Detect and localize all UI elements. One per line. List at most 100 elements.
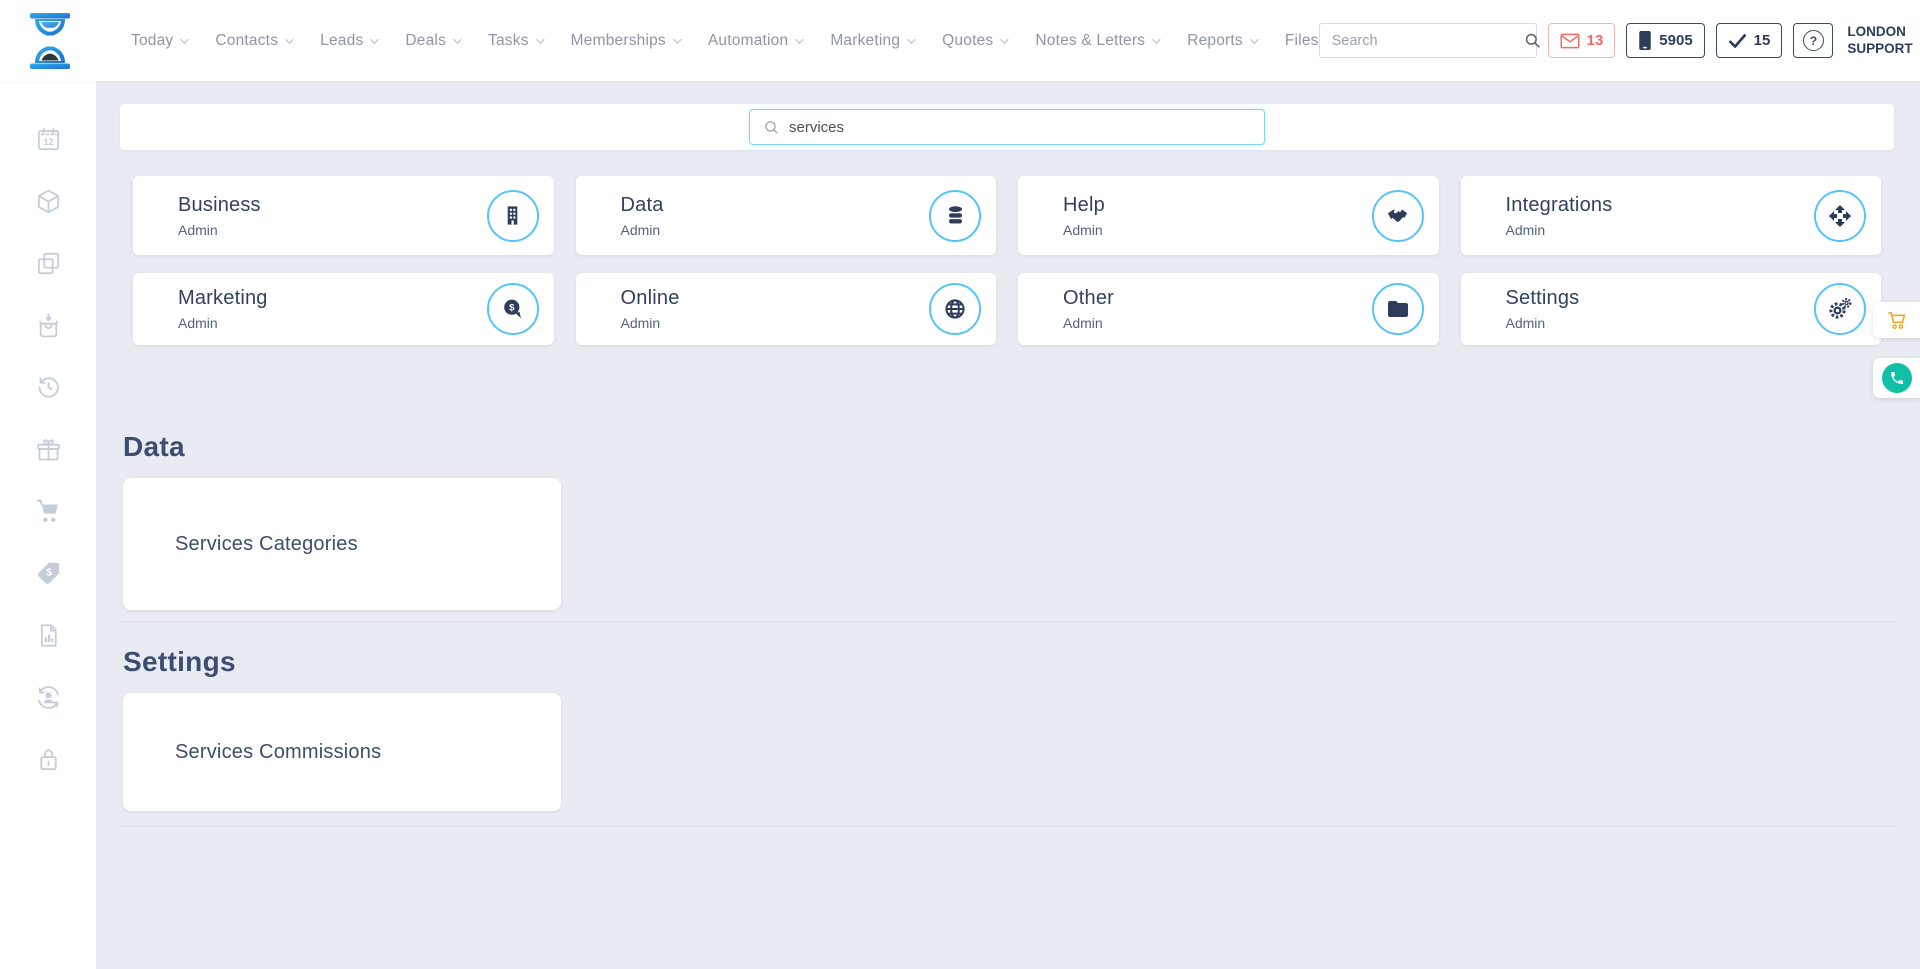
data-section-card: Services Categories bbox=[123, 478, 561, 610]
nav-item-leads[interactable]: Leads bbox=[320, 32, 376, 50]
nav-label: Notes & Letters bbox=[1035, 32, 1145, 50]
link-services-categories[interactable]: Services Categories bbox=[175, 533, 358, 556]
help-button[interactable]: ? bbox=[1793, 23, 1833, 58]
card-integrations-admin[interactable]: Integrations Admin bbox=[1461, 176, 1882, 255]
search-icon bbox=[763, 119, 780, 136]
history-icon[interactable] bbox=[34, 373, 63, 402]
dollar-chat-icon: $ bbox=[487, 283, 539, 335]
card-subtitle: Admin bbox=[621, 315, 680, 331]
topbar: Today Contacts Leads Deals Tasks Members… bbox=[0, 0, 1920, 81]
card-title: Integrations bbox=[1506, 194, 1613, 217]
card-marketing-admin[interactable]: Marketing Admin $ bbox=[133, 273, 554, 345]
admin-cards-grid: Business Admin Data Admin bbox=[120, 176, 1894, 345]
search-button[interactable] bbox=[1523, 24, 1542, 57]
chevron-down-icon bbox=[536, 35, 544, 43]
move-arrows-icon bbox=[1814, 190, 1866, 242]
check-icon bbox=[1728, 33, 1747, 49]
card-title: Business bbox=[178, 194, 261, 217]
section-title-data: Data bbox=[123, 431, 1894, 463]
card-data-admin[interactable]: Data Admin bbox=[576, 176, 997, 255]
user-name-line2: SUPPORT bbox=[1847, 41, 1912, 58]
package-icon[interactable] bbox=[34, 187, 63, 216]
nav-label: Today bbox=[131, 32, 173, 50]
search-icon bbox=[1523, 31, 1542, 50]
card-business-admin[interactable]: Business Admin bbox=[133, 176, 554, 255]
chevron-down-icon bbox=[1152, 35, 1160, 43]
card-title: Other bbox=[1063, 287, 1114, 310]
chevron-down-icon bbox=[285, 35, 293, 43]
chevron-down-icon bbox=[907, 35, 915, 43]
nav-item-deals[interactable]: Deals bbox=[405, 32, 459, 50]
nav-item-automation[interactable]: Automation bbox=[708, 32, 801, 50]
link-services-commissions[interactable]: Services Commissions bbox=[175, 741, 381, 764]
gift-icon[interactable] bbox=[34, 435, 63, 464]
card-online-admin[interactable]: Online Admin bbox=[576, 273, 997, 345]
card-title: Data bbox=[621, 194, 664, 217]
messages-badge[interactable]: 13 bbox=[1548, 23, 1616, 58]
folder-icon bbox=[1372, 283, 1424, 335]
nav-item-marketing[interactable]: Marketing bbox=[830, 32, 913, 50]
cart-float-button[interactable] bbox=[1873, 302, 1920, 338]
nav-label: Leads bbox=[320, 32, 363, 50]
chevron-down-icon bbox=[673, 35, 681, 43]
nav-item-tasks[interactable]: Tasks bbox=[488, 32, 542, 50]
card-subtitle: Admin bbox=[1506, 315, 1580, 331]
nav-item-notes-letters[interactable]: Notes & Letters bbox=[1035, 32, 1158, 50]
card-subtitle: Admin bbox=[178, 315, 268, 331]
card-help-admin[interactable]: Help Admin bbox=[1018, 176, 1439, 255]
section-divider bbox=[120, 826, 1894, 827]
settings-section-card: Services Commissions bbox=[123, 693, 561, 811]
card-title: Settings bbox=[1506, 287, 1580, 310]
chevron-down-icon bbox=[1250, 35, 1258, 43]
messages-count: 13 bbox=[1587, 32, 1604, 49]
left-sidebar: 12 bbox=[0, 81, 96, 969]
nav-label: Reports bbox=[1187, 32, 1243, 50]
tasks-badge[interactable]: 15 bbox=[1716, 23, 1783, 58]
database-icon bbox=[929, 190, 981, 242]
phone-call-icon bbox=[1882, 363, 1912, 393]
topbar-search bbox=[1319, 23, 1537, 58]
lock-icon[interactable] bbox=[34, 745, 63, 774]
phone-badge[interactable]: 5905 bbox=[1626, 23, 1704, 58]
shopping-cart-icon[interactable] bbox=[34, 497, 63, 526]
card-subtitle: Admin bbox=[178, 222, 261, 238]
report-document-icon[interactable] bbox=[34, 621, 63, 650]
envelope-icon bbox=[1560, 33, 1580, 49]
svg-text:$: $ bbox=[509, 302, 515, 313]
svg-text:$: $ bbox=[46, 568, 52, 579]
chevron-down-icon bbox=[795, 35, 803, 43]
main-content: Business Admin Data Admin bbox=[96, 81, 1920, 969]
phone-float-button[interactable] bbox=[1873, 358, 1920, 398]
admin-search-input[interactable] bbox=[789, 119, 1264, 136]
nav-item-memberships[interactable]: Memberships bbox=[571, 32, 679, 50]
handshake-icon bbox=[1372, 190, 1424, 242]
card-settings-admin[interactable]: Settings Admin bbox=[1461, 273, 1882, 345]
nav-item-quotes[interactable]: Quotes bbox=[942, 32, 1006, 50]
nav-label: Tasks bbox=[488, 32, 529, 50]
chevron-down-icon bbox=[453, 35, 461, 43]
account-sync-icon[interactable] bbox=[34, 683, 63, 712]
card-other-admin[interactable]: Other Admin bbox=[1018, 273, 1439, 345]
card-title: Marketing bbox=[178, 287, 268, 310]
app-logo-hourglass[interactable] bbox=[27, 12, 73, 70]
chevron-down-icon bbox=[371, 35, 379, 43]
gears-icon bbox=[1814, 283, 1866, 335]
card-subtitle: Admin bbox=[1063, 315, 1114, 331]
price-tag-icon[interactable]: $ bbox=[34, 559, 63, 588]
nav-label: Memberships bbox=[571, 32, 666, 50]
nav-item-reports[interactable]: Reports bbox=[1187, 32, 1256, 50]
shopping-bag-download-icon[interactable] bbox=[34, 311, 63, 340]
chevron-down-icon bbox=[1001, 35, 1009, 43]
copy-icon[interactable] bbox=[34, 249, 63, 278]
admin-search bbox=[749, 109, 1265, 145]
nav-item-today[interactable]: Today bbox=[131, 32, 186, 50]
nav-item-files[interactable]: Files bbox=[1285, 32, 1319, 50]
nav-label: Deals bbox=[405, 32, 446, 50]
topbar-right-cluster: 13 5905 15 ? LONDON SUPPORT bbox=[1319, 19, 1920, 63]
globe-icon bbox=[929, 283, 981, 335]
svg-text:12: 12 bbox=[43, 137, 53, 147]
topbar-search-input[interactable] bbox=[1320, 33, 1523, 49]
calendar-icon[interactable]: 12 bbox=[34, 125, 63, 154]
nav-item-contacts[interactable]: Contacts bbox=[215, 32, 291, 50]
nav-label: Marketing bbox=[830, 32, 900, 50]
